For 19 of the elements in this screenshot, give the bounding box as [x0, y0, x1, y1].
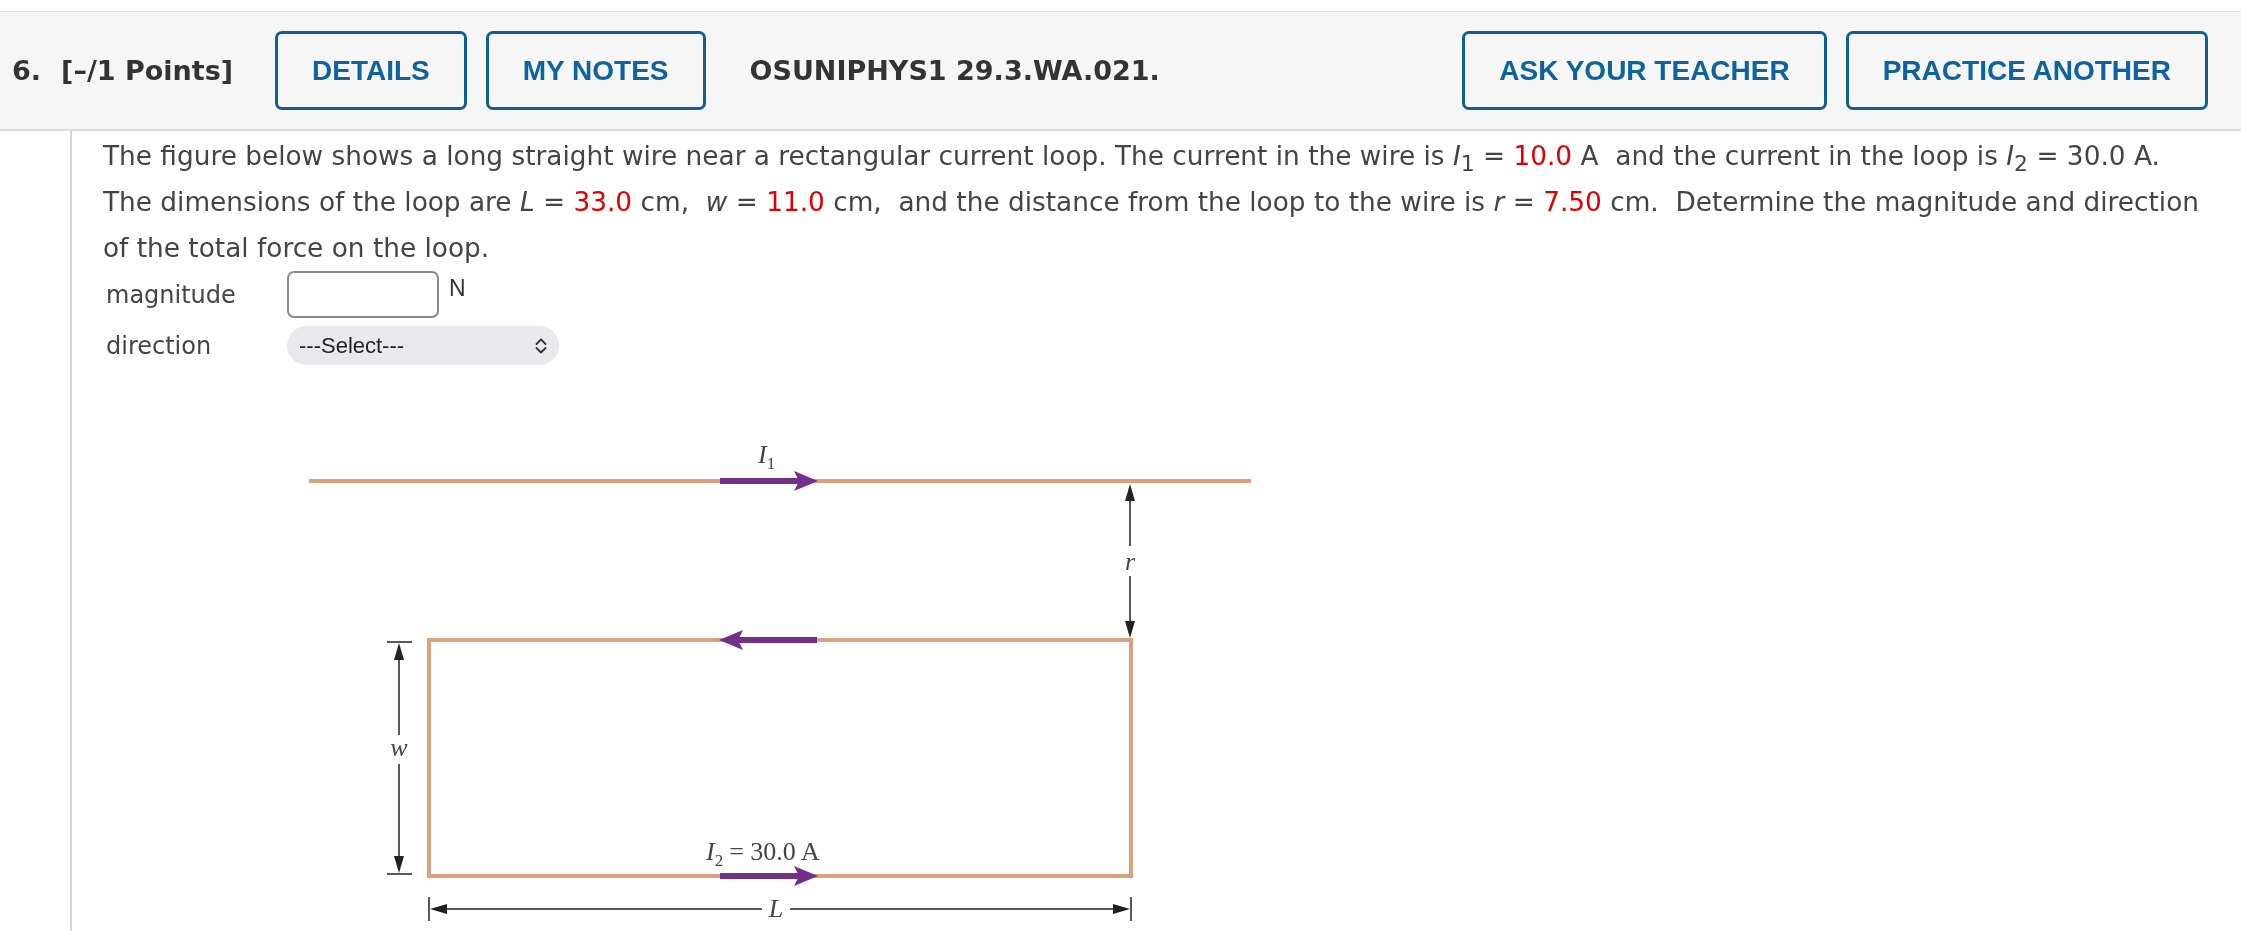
- select-dropdown[interactable]: ---Select---: [287, 326, 559, 365]
- header-button[interactable]: MY NOTES: [485, 31, 706, 110]
- question-number: 6.: [12, 55, 42, 86]
- answer-label: direction: [105, 331, 213, 360]
- length-label: L: [768, 894, 784, 923]
- points-label: [–/1 Points]: [61, 55, 234, 86]
- distance-label: r: [1124, 547, 1136, 576]
- wire-current-label: I$_{1}$: [758, 440, 776, 473]
- problem-text: The figure below shows a long straight wire near a rectangular current loop. The current in the wire is I$_{1}$ = 10.0 A and the current in the loop is I$_{2}$ = 30.0 A. The dimensions of the loop are L = 33.0 cm, w = 11.0 cm, and the distance from the loop to the wire is r = 7.50 cm. Determine the magnitude and direction of the total force on the loop.: [103, 140, 2200, 265]
- header-button[interactable]: PRACTICE ANOTHER: [1845, 31, 2208, 110]
- unit-label: N: [449, 275, 466, 302]
- number-field[interactable]: [287, 271, 439, 318]
- answer-label: magnitude: [105, 280, 237, 309]
- assignment-code: OSUNIPHYS1 29.3.WA.021.: [749, 55, 1160, 86]
- loop-current-label: I$_{2}$ = 30.0 A: [706, 837, 820, 870]
- width-label: w: [390, 733, 408, 762]
- header-button[interactable]: ASK YOUR TEACHER: [1462, 31, 1827, 110]
- header-button[interactable]: DETAILS: [275, 31, 467, 110]
- chevron-icon: [535, 336, 547, 355]
